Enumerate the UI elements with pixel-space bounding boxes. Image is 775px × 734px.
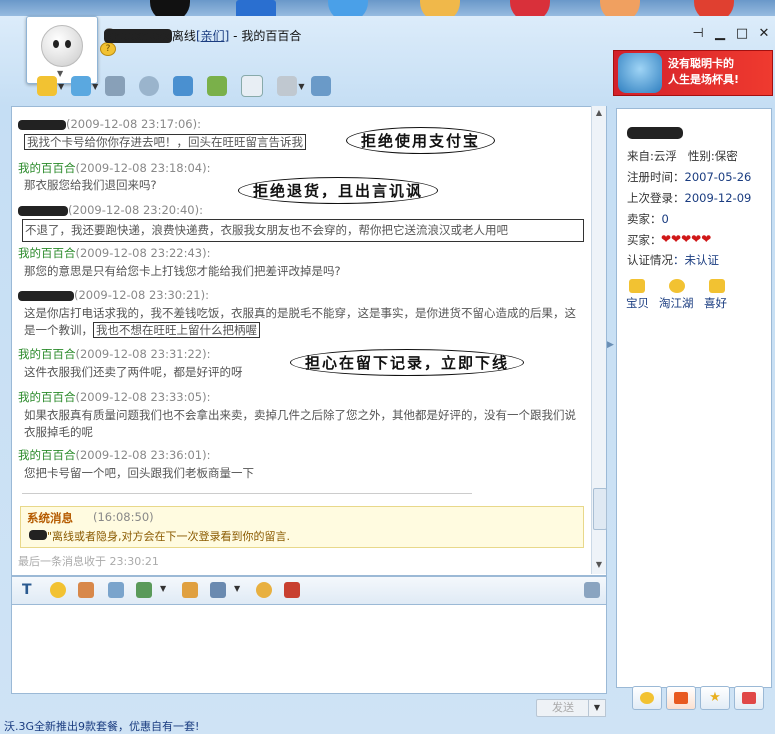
- chat-bubble-icon[interactable]: [37, 76, 57, 96]
- quick-reply-icon[interactable]: [108, 582, 124, 598]
- message-header: 我的百百合(2009-12-08 23:22:43):: [18, 246, 211, 260]
- message-body[interactable]: 不退了，我还要跑快递，浪费快递费，衣服我女朋友也不会穿的，帮你把它送流浪汉或老人…: [22, 219, 584, 242]
- ad-figure-icon: [618, 53, 662, 93]
- shake-icon[interactable]: [256, 582, 272, 598]
- add-contact-icon[interactable]: [173, 76, 194, 96]
- group-link[interactable]: [亲们]: [196, 29, 229, 43]
- divider: [22, 493, 472, 494]
- email-icon[interactable]: [241, 75, 264, 97]
- message-body[interactable]: 那您的意思是只有给您卡上打钱您才能给我们把差评改掉是吗?: [24, 263, 584, 280]
- message-header: (2009-12-08 23:17:06):: [18, 117, 201, 131]
- send-button[interactable]: 发送: [536, 699, 590, 717]
- ad-line1: 没有聪明卡的: [668, 57, 734, 70]
- shirt-tab-icon[interactable]: [734, 686, 764, 710]
- history-icon[interactable]: [311, 76, 332, 96]
- profile-buyer-label: 买家：: [627, 233, 662, 247]
- message-scrollbar[interactable]: ▲ ▼: [591, 106, 607, 574]
- transfer-icon[interactable]: [71, 76, 92, 96]
- profile-panel: 来自:云浮 性别:保密 注册时间：2007-05-26 上次登录：2009-12…: [616, 108, 772, 688]
- main-toolbar: ▼ ▼ ▼: [30, 72, 338, 100]
- emoticon-icon[interactable]: [50, 582, 66, 598]
- template-icon[interactable]: [210, 582, 226, 598]
- status-label: 离线: [171, 29, 196, 43]
- microphone-icon[interactable]: [105, 76, 126, 96]
- send-image-icon[interactable]: [182, 582, 198, 598]
- window-title: xxxxxxxxx 离线[亲们] - 我的百百合: [104, 29, 302, 43]
- message-header: 我的百百合(2009-12-08 23:36:01):: [18, 448, 211, 462]
- system-message-title: 系统消息: [27, 511, 73, 525]
- minimize-icon[interactable]: ▁: [712, 26, 728, 41]
- app-title: 我的百百合: [241, 29, 302, 43]
- message-header: (2009-12-08 23:30:21):: [18, 288, 209, 302]
- promo-link[interactable]: 沃.3G全新推出9款套餐，优惠自有一套!: [4, 718, 199, 734]
- message-body[interactable]: 我找个卡号给你你存进去吧！，回头在旺旺留言告诉我: [24, 134, 584, 151]
- pin-icon[interactable]: ⊣: [690, 26, 706, 41]
- share-icon[interactable]: [277, 76, 298, 96]
- panel-splitter-icon[interactable]: ▶: [607, 340, 614, 370]
- jianghu-icon[interactable]: [669, 279, 685, 293]
- settings-icon[interactable]: [584, 582, 600, 598]
- sender-redacted: [18, 119, 66, 130]
- message-input[interactable]: [11, 604, 607, 694]
- message-body[interactable]: 如果衣服真有质量问题我们也不会拿出来卖，卖掉几件之后除了您之外，其他都是好评的，…: [24, 407, 584, 441]
- sender-redacted: [18, 205, 68, 216]
- sender-redacted: [18, 290, 74, 301]
- jianghu-link[interactable]: 淘江湖: [659, 295, 694, 311]
- ad-line2: 人生是场杯具!: [668, 73, 740, 86]
- contact-name-redacted: xxxxxxxxx: [104, 29, 172, 43]
- font-icon[interactable]: T: [22, 582, 38, 598]
- send-options-dropdown[interactable]: ▼: [588, 699, 606, 717]
- annotation-note: 拒绝使用支付宝: [346, 127, 496, 154]
- profile-name-redacted: [627, 127, 683, 139]
- profile-gender: 性别:保密: [687, 149, 738, 163]
- taobao-tab-icon[interactable]: [666, 686, 696, 710]
- name-redacted: [29, 530, 47, 540]
- message-history[interactable]: (2009-12-08 23:17:06): 我找个卡号给你你存进去吧！，回头在…: [11, 106, 607, 576]
- system-message: 系统消息 (16:08:50) "离线或者隐身,对方会在下一次登录看到你的留言.: [20, 506, 584, 548]
- profile-from: 来自:云浮: [627, 149, 677, 163]
- game-icon[interactable]: [207, 76, 228, 96]
- message-header: 我的百百合(2009-12-08 23:18:04):: [18, 161, 211, 175]
- ad-banner[interactable]: 没有聪明卡的 人生是场杯具!: [613, 50, 773, 96]
- input-toolbar: T ▼ ▼: [11, 576, 607, 606]
- last-message-time: 最后一条消息收于 23:30:21: [18, 555, 159, 568]
- buyer-heart-icon: ❤❤❤❤❤: [661, 232, 712, 246]
- signature-icon[interactable]: ?: [100, 42, 116, 56]
- profile-reg-date: 2007-05-26: [684, 170, 752, 184]
- profile-seller-rating: 0: [661, 212, 669, 226]
- profile-tabs: ★: [632, 686, 768, 712]
- message-header: 我的百百合(2009-12-08 23:33:05):: [18, 390, 211, 404]
- message-body[interactable]: 您把卡号留一个吧，回头跟我们老板商量一下: [24, 465, 584, 482]
- star-tab-icon[interactable]: ★: [700, 686, 730, 710]
- profile-cert: ：未认证: [673, 253, 719, 267]
- webcam-icon[interactable]: [139, 76, 160, 96]
- default-face-icon: [41, 25, 83, 67]
- likes-link[interactable]: 喜好: [704, 295, 727, 311]
- chat-tab-icon[interactable]: [632, 686, 662, 710]
- scroll-down-icon[interactable]: ▼: [592, 558, 606, 572]
- items-link[interactable]: 宝贝: [626, 295, 649, 311]
- scroll-thumb[interactable]: [593, 488, 607, 530]
- likes-icon[interactable]: [709, 279, 725, 293]
- maximize-icon[interactable]: □: [734, 26, 750, 41]
- message-body[interactable]: 这是你店打电话求我的，我不差钱吃饭，衣服真的是脱毛不能穿，这是事实，是你进货不留…: [24, 305, 584, 339]
- profile-last-login: 2009-12-09: [684, 191, 752, 205]
- items-icon[interactable]: [629, 279, 645, 293]
- system-message-text: "离线或者隐身,对方会在下一次登录看到你的留言.: [47, 530, 291, 543]
- screenshot-icon[interactable]: [78, 582, 94, 598]
- close-icon[interactable]: ✕: [756, 26, 772, 41]
- system-message-time: (16:08:50): [93, 510, 154, 524]
- message-header: 我的百百合(2009-12-08 23:31:22):: [18, 347, 211, 361]
- message-header: (2009-12-08 23:20:40):: [18, 203, 203, 217]
- annotation-note: 担心在留下记录，立即下线: [290, 349, 525, 376]
- annotation-note: 拒绝退货，且出言讥讽: [238, 177, 439, 204]
- paint-icon[interactable]: [284, 582, 300, 598]
- image-icon[interactable]: [136, 582, 152, 598]
- scroll-up-icon[interactable]: ▲: [592, 106, 606, 120]
